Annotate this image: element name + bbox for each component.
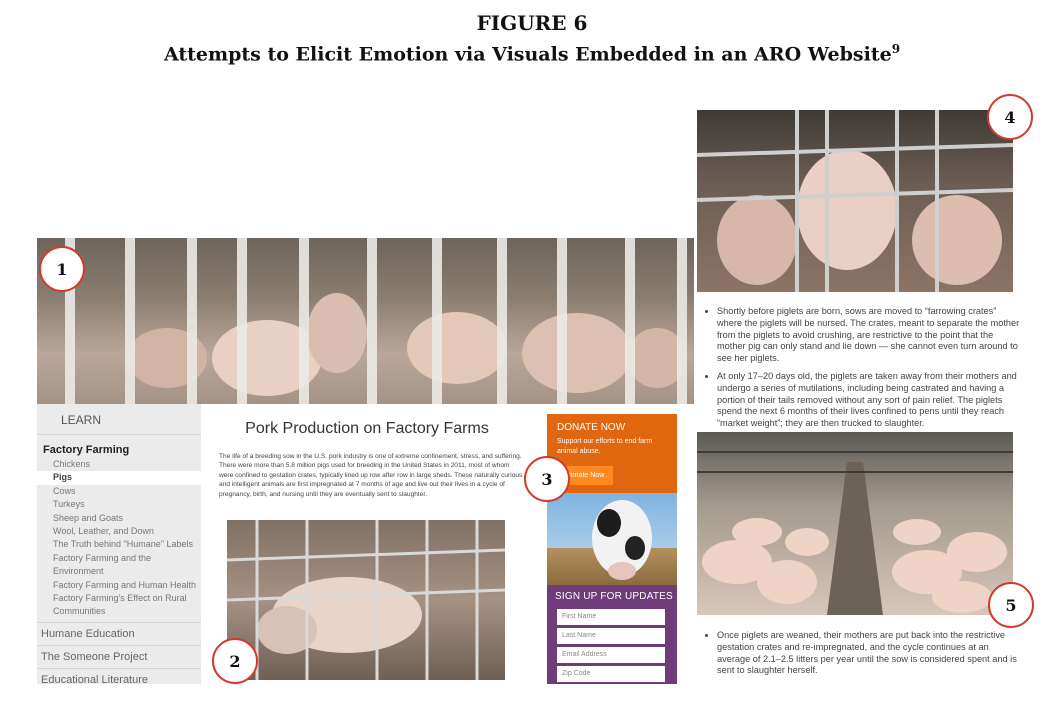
sidebar-section-someone-project[interactable]: The Someone Project: [37, 644, 201, 668]
sidebar-item-communities[interactable]: Communities: [37, 605, 201, 621]
footnote-ref: 9: [891, 42, 901, 56]
sidebar-section-educational-literature[interactable]: Educational Literature: [37, 667, 201, 691]
marker-5: 5: [988, 582, 1034, 628]
farrowing-crate-photo: [697, 110, 1013, 292]
bullet-piglets: At only 17–20 days old, the piglets are …: [717, 371, 1023, 430]
banner-photo-art: [65, 238, 687, 404]
sidebar-item-wool[interactable]: Wool, Leather, and Down: [37, 525, 201, 538]
sidebar-heading-factory-farming[interactable]: Factory Farming: [37, 435, 201, 458]
figure-label: FIGURE 6: [476, 11, 588, 35]
bullet-weaned: Once piglets are weaned, their mothers a…: [717, 630, 1023, 677]
sidebar-section-humane-education[interactable]: Humane Education: [37, 621, 201, 645]
signup-title: SIGN UP FOR UPDATES: [555, 591, 673, 602]
sidebar-item-humane-labels[interactable]: The Truth behind "Humane" Labels: [37, 538, 201, 551]
sidebar-item-chickens[interactable]: Chickens: [37, 458, 201, 471]
last-name-field[interactable]: Last Name: [557, 628, 665, 644]
right-bullets-upper: Shortly before piglets are born, sows ar…: [703, 306, 1023, 430]
right-text-lower: Once piglets are weaned, their mothers a…: [703, 630, 1023, 683]
signup-box: SIGN UP FOR UPDATES First Name Last Name…: [547, 585, 677, 684]
right-rail: DONATE NOW Support our efforts to end fa…: [547, 414, 677, 684]
donate-subtitle: Support our efforts to end farm animal a…: [557, 438, 653, 455]
first-name-field[interactable]: First Name: [557, 609, 665, 625]
pig-shed-photo: [697, 432, 1013, 615]
email-field[interactable]: Email Address: [557, 647, 665, 663]
sidebar-learn-header: LEARN: [37, 404, 201, 435]
right-text-upper: Shortly before piglets are born, sows ar…: [703, 306, 1023, 436]
sidebar-item-turkeys[interactable]: Turkeys: [37, 498, 201, 511]
sidebar-item-pigs[interactable]: Pigs: [37, 471, 201, 485]
sidebar-item-cows[interactable]: Cows: [37, 485, 201, 498]
farrowing-photo-art: [697, 110, 1013, 292]
donate-title: DONATE NOW: [557, 422, 626, 433]
gestation-crate-photo: [227, 520, 505, 680]
sidebar-item-human-health[interactable]: Factory Farming and Human Health: [37, 579, 201, 592]
marker-1: 1: [39, 246, 85, 292]
figure-caption-text: Attempts to Elicit Emotion via Visuals E…: [163, 43, 892, 66]
crate-photo-art: [227, 520, 505, 680]
website-screenshot: LEARN Factory Farming Chickens Pigs Cows…: [37, 404, 694, 686]
bullet-farrowing: Shortly before piglets are born, sows ar…: [717, 306, 1023, 365]
right-bullets-lower: Once piglets are weaned, their mothers a…: [703, 630, 1023, 677]
article-main: Pork Production on Factory Farms The lif…: [217, 404, 527, 684]
marker-3: 3: [524, 456, 570, 502]
article-body: The life of a breeding sow in the U.S. p…: [219, 453, 523, 498]
zip-code-field[interactable]: Zip Code: [557, 666, 665, 682]
cow-photo-art: [592, 500, 652, 580]
banner-pig-photo: [37, 238, 694, 404]
sidebar-item-sheep-goats[interactable]: Sheep and Goats: [37, 512, 201, 525]
sidebar-nav: LEARN Factory Farming Chickens Pigs Cows…: [37, 404, 201, 686]
marker-2: 2: [212, 638, 258, 684]
cow-photo: [547, 493, 677, 585]
figure-caption: Attempts to Elicit Emotion via Visuals E…: [0, 36, 1064, 67]
sidebar-item-environment[interactable]: Factory Farming and the Environment: [37, 552, 201, 579]
article-title: Pork Production on Factory Farms: [245, 420, 489, 437]
sidebar-item-rural[interactable]: Factory Farming's Effect on Rural: [37, 592, 201, 605]
marker-4: 4: [987, 94, 1033, 140]
figure-title: FIGURE 6 Attempts to Elicit Emotion via …: [0, 10, 1064, 67]
shed-photo-art: [697, 451, 1013, 615]
